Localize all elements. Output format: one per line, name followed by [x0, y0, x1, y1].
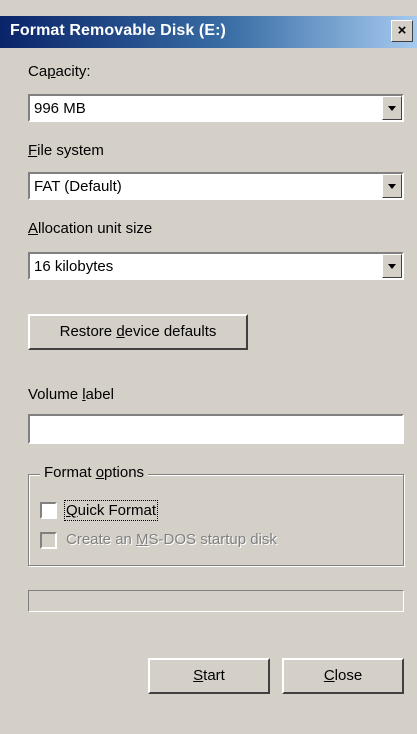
- close-window-button[interactable]: ×: [391, 20, 413, 42]
- allocation-unit-value: 16 kilobytes: [34, 258, 114, 275]
- close-icon: ×: [397, 22, 407, 39]
- close-button[interactable]: Close: [282, 658, 404, 694]
- chevron-down-icon[interactable]: [382, 174, 402, 198]
- capacity-value: 996 MB: [34, 100, 86, 117]
- window-title: Format Removable Disk (E:): [10, 22, 226, 39]
- start-button[interactable]: Start: [148, 658, 270, 694]
- file-system-label: File system: [28, 142, 104, 159]
- msdos-startup-checkbox[interactable]: [40, 532, 57, 549]
- file-system-value: FAT (Default): [34, 178, 122, 195]
- chevron-down-icon[interactable]: [382, 254, 402, 278]
- chevron-down-icon[interactable]: [382, 96, 402, 120]
- restore-defaults-button[interactable]: Restore device defaults: [28, 314, 248, 350]
- volume-label-input[interactable]: [28, 414, 404, 444]
- allocation-unit-label: Allocation unit size: [28, 220, 153, 237]
- file-system-select[interactable]: FAT (Default): [28, 172, 404, 200]
- quick-format-label[interactable]: Quick Format: [63, 500, 159, 521]
- volume-label-caption: Volume label: [28, 386, 114, 403]
- allocation-unit-select[interactable]: 16 kilobytes: [28, 252, 404, 280]
- format-dialog: Format Removable Disk (E:) × Capacity: 9…: [0, 0, 417, 734]
- msdos-startup-label: Create an MS-DOS startup disk: [66, 531, 277, 548]
- title-bar[interactable]: Format Removable Disk (E:) ×: [0, 16, 417, 48]
- format-options-title: Format options: [40, 464, 149, 481]
- quick-format-checkbox[interactable]: [40, 502, 57, 519]
- capacity-label: Capacity:: [28, 63, 91, 80]
- capacity-select[interactable]: 996 MB: [28, 94, 404, 122]
- format-progress-bar: [28, 590, 404, 612]
- format-options-group: [28, 474, 404, 566]
